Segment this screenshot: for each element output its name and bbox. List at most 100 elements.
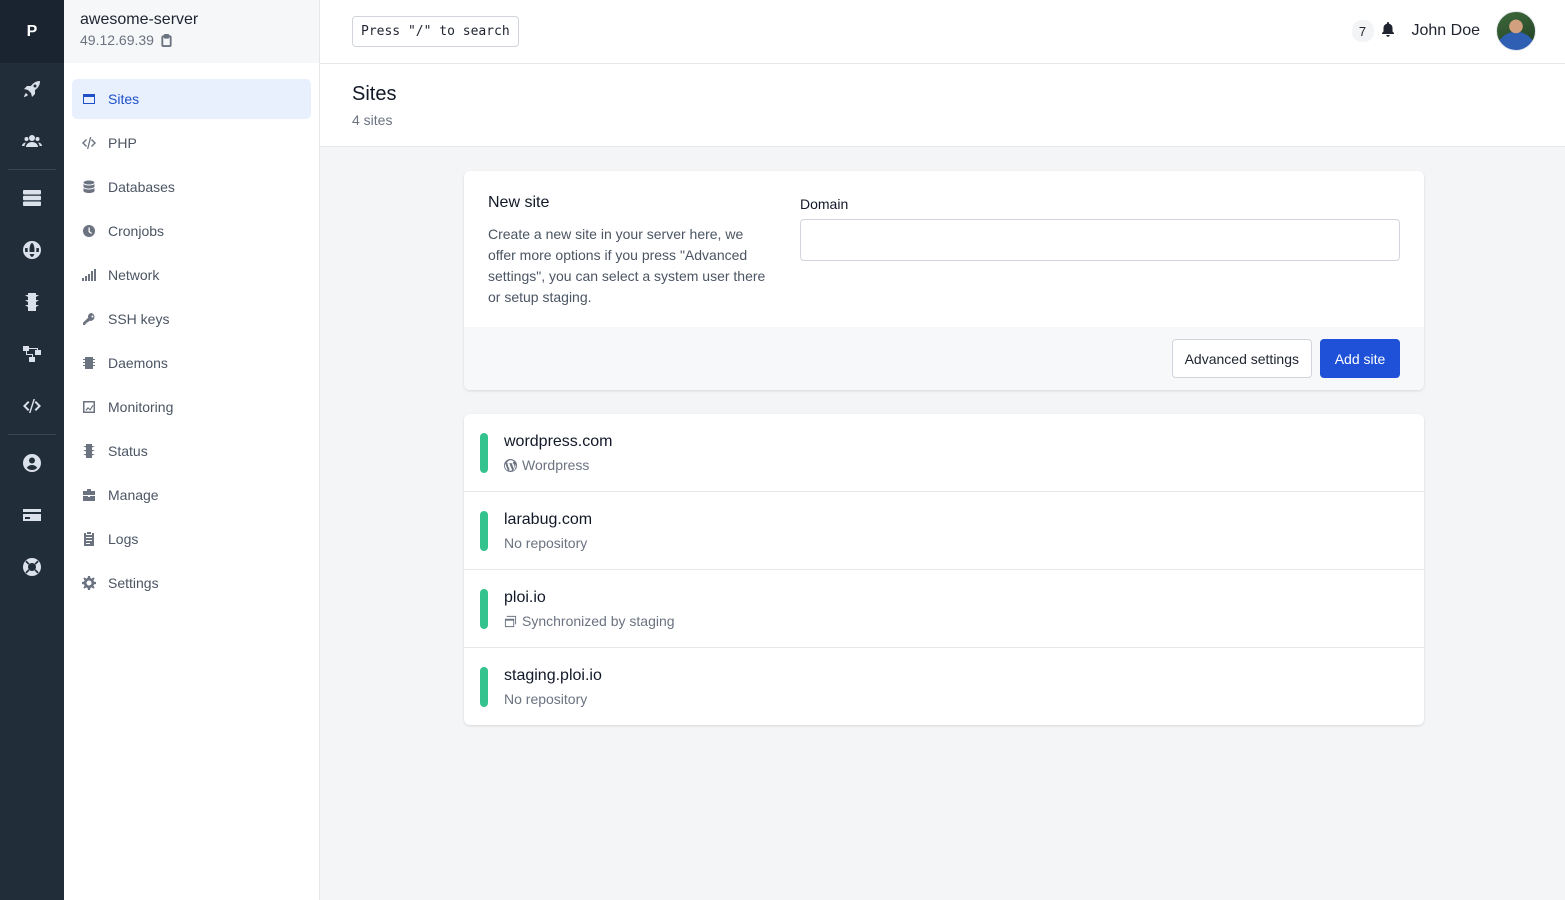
icon-rail: P <box>0 0 64 900</box>
sidebar-item-label: Settings <box>108 575 159 591</box>
site-meta: No repository <box>504 691 587 707</box>
sidebar-item-daemons[interactable]: Daemons <box>72 343 311 383</box>
avatar[interactable] <box>1496 11 1536 51</box>
code-icon <box>23 399 41 413</box>
sidebar-item-status[interactable]: Status <box>72 431 311 471</box>
site-meta: No repository <box>504 535 587 551</box>
servers-icon <box>23 190 41 206</box>
add-site-button[interactable]: Add site <box>1320 339 1400 378</box>
list-item[interactable]: wordpress.com Wordpress <box>464 414 1424 492</box>
sites-list: wordpress.com Wordpress larabug.com No r… <box>464 414 1424 725</box>
traffic-light-icon <box>25 293 39 311</box>
site-meta-text: Synchronized by staging <box>522 613 675 629</box>
users-icon <box>22 135 42 147</box>
notifications-button[interactable] <box>1374 21 1412 42</box>
sidebar-item-label: Status <box>108 443 148 459</box>
traffic-light-icon <box>83 444 95 458</box>
sidebar-item-settings[interactable]: Settings <box>72 563 311 603</box>
list-item[interactable]: ploi.io Synchronized by staging <box>464 570 1424 648</box>
site-name[interactable]: wordpress.com <box>504 433 612 451</box>
toolbox-icon <box>83 489 95 501</box>
bell-icon <box>1381 21 1394 37</box>
windows-stack-icon <box>504 615 517 627</box>
sidebar-item-databases[interactable]: Databases <box>72 167 311 207</box>
site-meta-text: No repository <box>504 691 588 707</box>
server-name: awesome-server <box>80 11 199 28</box>
signal-icon <box>82 269 96 281</box>
sidebar-item-monitoring[interactable]: Monitoring <box>72 387 311 427</box>
site-name[interactable]: larabug.com <box>504 511 592 529</box>
rail-profile-button[interactable] <box>0 437 64 489</box>
rail-network-button[interactable] <box>0 328 64 380</box>
browser-window-icon <box>83 94 95 104</box>
advanced-settings-button[interactable]: Advanced settings <box>1171 339 1312 378</box>
site-meta: Wordpress <box>504 457 589 473</box>
status-indicator <box>480 589 488 629</box>
status-indicator <box>480 667 488 707</box>
sidebar-item-label: Logs <box>108 531 139 547</box>
rail-support-button[interactable] <box>0 541 64 593</box>
rail-code-button[interactable] <box>0 380 64 432</box>
domain-input[interactable] <box>800 219 1400 261</box>
sidebar-item-label: SSH keys <box>108 311 170 327</box>
monitor-chart-icon <box>83 401 95 413</box>
status-indicator <box>480 511 488 551</box>
key-icon <box>83 313 95 325</box>
list-item[interactable]: larabug.com No repository <box>464 492 1424 570</box>
rail-rocket-button[interactable] <box>0 63 64 115</box>
rail-servers-button[interactable] <box>0 172 64 224</box>
page-header: Sites 4 sites <box>320 64 1565 147</box>
user-name[interactable]: John Doe <box>1412 22 1481 40</box>
code-icon <box>82 137 96 149</box>
user-circle-icon <box>23 454 41 472</box>
search-button[interactable]: Press "/" to search <box>352 16 519 47</box>
sidebar-nav: Sites PHP Databases Cronjobs Network SSH… <box>64 63 319 603</box>
rail-divider <box>8 434 56 435</box>
site-meta: Synchronized by staging <box>504 613 675 629</box>
server-info: awesome-server 49.12.69.39 <box>64 0 319 63</box>
site-name[interactable]: ploi.io <box>504 589 546 607</box>
sidebar-item-sites[interactable]: Sites <box>72 79 311 119</box>
sidebar-item-ssh-keys[interactable]: SSH keys <box>72 299 311 339</box>
rail-users-button[interactable] <box>0 115 64 167</box>
sidebar-item-manage[interactable]: Manage <box>72 475 311 515</box>
clipboard-icon <box>84 532 94 546</box>
sidebar-item-label: Daemons <box>108 355 168 371</box>
site-meta-text: No repository <box>504 535 588 551</box>
server-sidebar: awesome-server 49.12.69.39 Sites PHP Dat… <box>64 0 320 900</box>
chip-icon <box>83 357 95 369</box>
sidebar-item-cronjobs[interactable]: Cronjobs <box>72 211 311 251</box>
clipboard-copy-icon[interactable] <box>160 33 173 47</box>
new-site-form: New site Create a new site in your serve… <box>464 171 1424 327</box>
rail-traffic-button[interactable] <box>0 276 64 328</box>
status-indicator <box>480 433 488 473</box>
sidebar-item-network[interactable]: Network <box>72 255 311 295</box>
sidebar-item-logs[interactable]: Logs <box>72 519 311 559</box>
network-tree-icon <box>23 346 41 362</box>
rocket-icon <box>24 81 40 97</box>
site-name[interactable]: staging.ploi.io <box>504 667 602 685</box>
globe-icon <box>23 241 41 259</box>
sidebar-item-label: Sites <box>108 91 140 107</box>
sidebar-item-label: Network <box>108 267 160 283</box>
rail-billing-button[interactable] <box>0 489 64 541</box>
credit-card-icon <box>23 509 41 521</box>
list-item[interactable]: staging.ploi.io No repository <box>464 648 1424 725</box>
rail-globe-button[interactable] <box>0 224 64 276</box>
site-meta-text: Wordpress <box>522 457 590 473</box>
page-subtitle: 4 sites <box>352 112 393 128</box>
new-site-card: New site Create a new site in your serve… <box>464 171 1424 390</box>
top-bar: Press "/" to search 7 John Doe <box>320 0 1565 64</box>
sidebar-item-php[interactable]: PHP <box>72 123 311 163</box>
notification-count[interactable]: 7 <box>1351 20 1374 42</box>
server-ip: 49.12.69.39 <box>80 32 303 48</box>
new-site-description: Create a new site in your server here, w… <box>488 226 766 305</box>
gear-icon <box>82 576 96 590</box>
new-site-footer: Advanced settings Add site <box>464 327 1424 390</box>
new-site-title: New site <box>488 194 550 211</box>
sidebar-item-label: Cronjobs <box>108 223 165 239</box>
sidebar-item-label: Manage <box>108 487 159 503</box>
sidebar-item-label: PHP <box>108 135 137 151</box>
logo[interactable]: P <box>0 0 64 63</box>
lifebuoy-icon <box>23 558 41 576</box>
